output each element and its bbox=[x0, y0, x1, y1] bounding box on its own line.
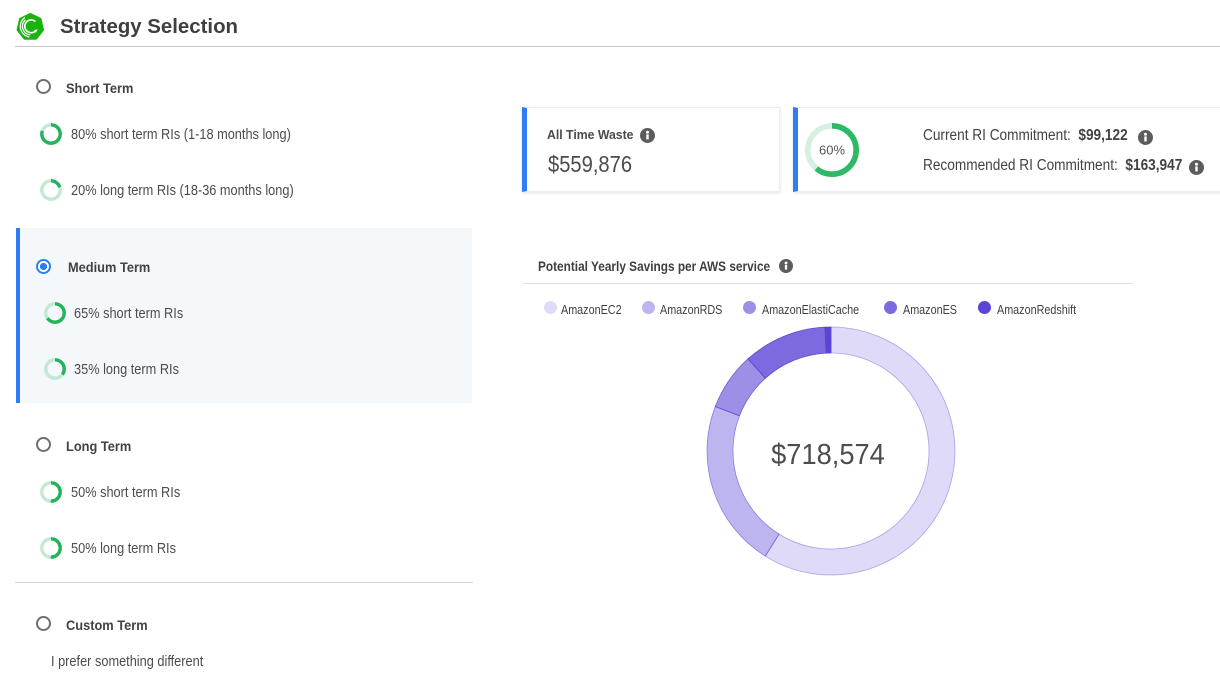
svg-text:60%: 60% bbox=[819, 143, 845, 158]
